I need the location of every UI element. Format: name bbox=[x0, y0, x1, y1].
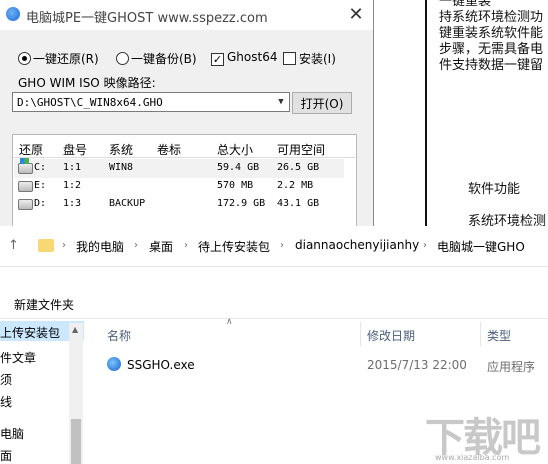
article-fragment: 一键重装 持系统环境检测功 键重装系统软件能 步骤，无需具备电 件支持数据一键留… bbox=[373, 0, 548, 226]
system-name: BACKUP bbox=[109, 198, 146, 209]
check-icon: ✓ bbox=[211, 53, 224, 66]
chevron-right-icon[interactable]: › bbox=[280, 240, 284, 251]
app-icon bbox=[6, 7, 20, 21]
drive-letter: D: bbox=[34, 198, 47, 209]
disk-number: 1:2 bbox=[63, 180, 82, 191]
chevron-down-icon[interactable]: ▼ bbox=[273, 93, 289, 111]
article-line: 一键重装 bbox=[439, 0, 492, 9]
drive-letter: E: bbox=[34, 180, 47, 191]
article-heading: 软件功能 bbox=[468, 182, 521, 197]
breadcrumb-diannao[interactable]: diannaochenyijianhy bbox=[295, 238, 419, 252]
free-space: 26.5 GB bbox=[277, 162, 320, 173]
backup-label: 一键备份(B) bbox=[131, 52, 197, 66]
radio-indicator bbox=[116, 52, 129, 65]
image-path-combobox[interactable]: D:\GHOST\C_WIN8x64.GHO ▼ bbox=[12, 92, 290, 112]
article-line: 键重装系统软件能 bbox=[439, 26, 544, 41]
chevron-right-icon[interactable]: › bbox=[134, 240, 138, 251]
file-type: 应用程序 bbox=[487, 360, 536, 374]
column-divider[interactable] bbox=[360, 322, 361, 346]
total-size: 570 MB bbox=[217, 180, 254, 191]
drive-icon bbox=[18, 199, 33, 210]
drive-icon bbox=[18, 181, 33, 192]
ghost64-checkbox[interactable]: ✓ Ghost64 bbox=[211, 50, 277, 66]
article-line: 持系统环境检测功 bbox=[439, 10, 544, 25]
folder-icon bbox=[38, 239, 54, 252]
check-box bbox=[283, 52, 296, 65]
close-icon[interactable]: ✕ bbox=[345, 4, 367, 26]
file-row[interactable]: SSGHO.exe 2015/7/13 22:00 应用程序 bbox=[102, 356, 548, 376]
col-header-type[interactable]: 类型 bbox=[487, 327, 511, 344]
ghost-window: 电脑城PE一键GHOST www.sspezz.com ✕ 一键还原(R) 一键… bbox=[0, 0, 374, 226]
col-header-disk[interactable]: 盘号 bbox=[63, 141, 87, 158]
nav-item-computer[interactable]: 电脑 bbox=[0, 425, 24, 442]
chevron-right-icon[interactable]: › bbox=[423, 240, 427, 251]
restore-label: 一键还原(R) bbox=[33, 52, 99, 66]
radio-indicator bbox=[18, 52, 31, 65]
open-button[interactable]: 打开(O) bbox=[292, 92, 352, 114]
col-header-total[interactable]: 总大小 bbox=[217, 141, 253, 158]
nav-item[interactable]: 线 bbox=[0, 393, 12, 410]
mode-options: 一键还原(R) 一键备份(B) ✓ Ghost64 安装(I) bbox=[0, 50, 373, 70]
free-space: 2.2 MB bbox=[277, 180, 314, 191]
disk-number: 1:1 bbox=[63, 162, 82, 173]
new-folder-button[interactable]: 新建文件夹 bbox=[14, 296, 74, 313]
article-subheading: 系统环境检测 bbox=[468, 214, 547, 226]
window-title: 电脑城PE一键GHOST www.sspezz.com bbox=[26, 11, 268, 26]
nav-scrollbar[interactable]: ▲ bbox=[69, 323, 83, 464]
install-checkbox[interactable]: 安装(I) bbox=[283, 50, 336, 67]
disk-number: 1:3 bbox=[63, 198, 82, 209]
chevron-right-icon[interactable]: › bbox=[62, 240, 66, 251]
restore-radio[interactable]: 一键还原(R) bbox=[18, 50, 99, 67]
total-size: 59.4 GB bbox=[217, 162, 260, 173]
nav-item[interactable]: 须 bbox=[0, 371, 12, 388]
table-row[interactable]: D: 1:3 BACKUP 172.9 GB 43.1 GB bbox=[14, 195, 344, 214]
column-divider[interactable] bbox=[480, 322, 481, 346]
col-header-name[interactable]: 名称 bbox=[107, 327, 131, 344]
up-arrow-icon[interactable]: ↑ bbox=[8, 238, 19, 253]
nav-label: 上传安装包 bbox=[0, 326, 61, 340]
drive-letter: C: bbox=[34, 162, 47, 173]
system-name: WIN8 bbox=[109, 162, 134, 173]
breadcrumb-upload[interactable]: 待上传安装包 bbox=[198, 238, 270, 255]
article-divider bbox=[425, 0, 427, 226]
ghost-titlebar[interactable]: 电脑城PE一键GHOST www.sspezz.com ✕ bbox=[0, 0, 373, 30]
article-line: 步骤，无需具备电 bbox=[439, 42, 544, 57]
install-label: 安装(I) bbox=[299, 52, 336, 66]
image-path-value: D:\GHOST\C_WIN8x64.GHO bbox=[17, 96, 163, 109]
col-header-date[interactable]: 修改日期 bbox=[367, 327, 415, 344]
path-label: GHO WIM ISO 映像路径: bbox=[18, 76, 156, 90]
col-header-system[interactable]: 系统 bbox=[109, 141, 133, 158]
scroll-thumb[interactable] bbox=[71, 419, 81, 464]
address-bar[interactable]: ↑ › 我的电脑 › 桌面 › 待上传安装包 › diannaochenyiji… bbox=[0, 226, 548, 267]
scroll-up-icon[interactable]: ▲ bbox=[72, 325, 78, 334]
header-divider bbox=[13, 157, 358, 158]
breadcrumb-current[interactable]: 电脑城一键GHO bbox=[437, 238, 525, 255]
ghost64-label: Ghost64 bbox=[227, 50, 278, 64]
col-header-restore[interactable]: 还原 bbox=[19, 141, 43, 158]
breadcrumb-desktop[interactable]: 桌面 bbox=[149, 238, 173, 255]
backup-radio[interactable]: 一键备份(B) bbox=[116, 50, 197, 67]
breadcrumb-my-computer[interactable]: 我的电脑 bbox=[76, 238, 124, 255]
table-row[interactable]: E: 1:2 570 MB 2.2 MB bbox=[14, 177, 344, 196]
file-name: SSGHO.exe bbox=[127, 358, 195, 372]
system-drive-icon bbox=[18, 158, 33, 174]
exe-icon bbox=[107, 357, 121, 371]
watermark-url: www.xiazaiba.com bbox=[435, 453, 510, 462]
article-line: 件支持数据一键留 bbox=[439, 58, 544, 73]
col-header-label[interactable]: 卷标 bbox=[157, 141, 181, 158]
partition-table: 还原 盘号 系统 卷标 总大小 可用空间 C: 1:1 WIN8 59.4 GB… bbox=[12, 134, 358, 226]
watermark-logo: 下载吧 www.xiazaiba.com bbox=[425, 405, 548, 464]
nav-item-articles[interactable]: 件文章 bbox=[0, 349, 36, 366]
col-header-free[interactable]: 可用空间 bbox=[277, 141, 325, 158]
file-date: 2015/7/13 22:00 bbox=[367, 358, 467, 372]
chevron-right-icon[interactable]: › bbox=[184, 240, 188, 251]
sort-ascending-icon: ∧ bbox=[226, 317, 233, 327]
table-row[interactable]: C: 1:1 WIN8 59.4 GB 26.5 GB bbox=[14, 158, 344, 178]
nav-item[interactable]: 面 bbox=[0, 447, 12, 464]
free-space: 43.1 GB bbox=[277, 198, 320, 209]
total-size: 172.9 GB bbox=[217, 198, 266, 209]
